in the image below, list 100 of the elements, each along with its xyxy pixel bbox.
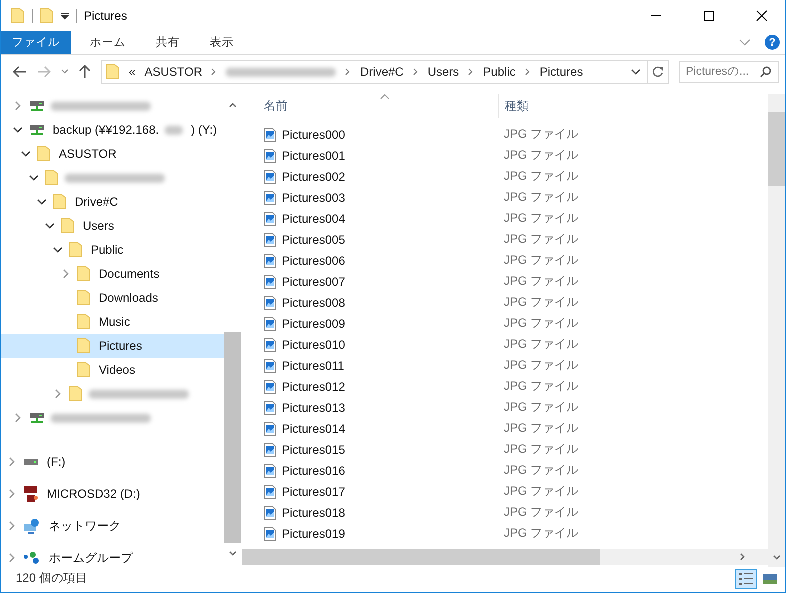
file-name[interactable]: Pictures001 — [282, 148, 346, 162]
file-name[interactable]: Pictures009 — [282, 316, 346, 330]
scroll-down-icon[interactable] — [772, 555, 780, 561]
tree-item[interactable]: backup (¥¥192.168. ) (Y:) — [1, 118, 224, 142]
chevron-right-icon[interactable] — [53, 389, 63, 399]
image-file-icon — [264, 190, 276, 204]
ribbon-tab[interactable]: 表示 — [199, 31, 245, 54]
search-field[interactable]: Picturesの... — [679, 61, 779, 83]
address-bar[interactable]: « ASUSTOR Drive#C Users Public Pictures — [101, 60, 648, 84]
horizontal-scrollbar[interactable] — [242, 549, 768, 565]
breadcrumb[interactable]: Drive#C — [360, 65, 404, 79]
scroll-thumb[interactable] — [768, 112, 785, 186]
maximize-icon — [703, 10, 715, 22]
file-name[interactable]: Pictures015 — [282, 442, 346, 456]
chevron-down-icon[interactable] — [631, 68, 641, 76]
tree-item-label: Videos — [99, 363, 136, 377]
landscape-picture-icon — [762, 572, 778, 584]
breadcrumb[interactable]: Public — [483, 65, 516, 79]
tree-item-label: (F:) — [47, 455, 66, 469]
expand-ribbon-icon[interactable] — [739, 38, 751, 46]
ribbon-tab[interactable]: ファイル — [1, 31, 71, 54]
network-drive-icon — [29, 123, 45, 137]
scroll-up-icon[interactable] — [228, 102, 236, 108]
recent-dropdown-icon[interactable] — [61, 69, 69, 75]
refresh-button[interactable] — [647, 60, 669, 84]
file-name[interactable]: Pictures019 — [282, 526, 346, 540]
chevron-right-icon[interactable] — [7, 457, 17, 467]
chevron-right-icon[interactable] — [13, 101, 23, 111]
ribbon-tab[interactable]: ホーム — [79, 31, 137, 54]
file-name[interactable]: Pictures018 — [282, 506, 346, 520]
breadcrumb[interactable]: ASUSTOR — [144, 65, 202, 79]
breadcrumb[interactable]: Pictures — [540, 65, 584, 79]
file-name[interactable]: Pictures000 — [282, 128, 346, 142]
back-arrow-icon[interactable] — [13, 66, 27, 78]
file-name[interactable]: Pictures011 — [282, 358, 344, 372]
details-view-button[interactable] — [735, 568, 757, 588]
scrollbar[interactable] — [768, 94, 785, 567]
image-file-icon — [264, 422, 276, 436]
close-icon — [756, 10, 768, 22]
tree-item[interactable]: Downloads — [1, 286, 224, 310]
image-file-icon — [264, 296, 276, 310]
tree-item[interactable]: (F:) — [1, 446, 224, 478]
image-file-icon — [264, 274, 276, 288]
drive-icon — [23, 457, 39, 467]
file-type: JPG ファイル — [503, 315, 579, 332]
file-name[interactable]: Pictures003 — [282, 190, 346, 204]
chevron-down-icon[interactable] — [37, 197, 47, 207]
ribbon-tab[interactable]: 共有 — [145, 31, 191, 54]
file-name[interactable]: Pictures016 — [282, 464, 346, 478]
tree-item[interactable]: Drive#C — [1, 190, 224, 214]
folder-icon — [69, 242, 83, 258]
chevron-down-icon[interactable] — [45, 221, 55, 231]
scroll-right-icon[interactable] — [740, 553, 746, 561]
breadcrumb-overflow[interactable]: « — [129, 65, 136, 79]
chevron-down-icon[interactable] — [13, 125, 23, 135]
file-name[interactable]: Pictures017 — [282, 484, 346, 498]
chevron-down-icon[interactable] — [29, 173, 39, 183]
column-header[interactable]: 名前 — [242, 98, 498, 114]
tree-item[interactable]: Public — [1, 238, 224, 262]
chevron-down-icon[interactable] — [21, 149, 31, 159]
file-name[interactable]: Pictures004 — [282, 212, 346, 226]
help-button[interactable]: ? — [765, 35, 780, 50]
tree-item[interactable]: MICROSD32 (D:) — [1, 478, 224, 510]
file-name[interactable]: Pictures012 — [282, 380, 346, 394]
image-file-icon — [264, 148, 276, 162]
tree-item[interactable]: ネットワーク — [1, 510, 224, 542]
tree-item[interactable]: Users — [1, 214, 224, 238]
file-type: JPG ファイル — [503, 294, 579, 311]
file-name[interactable]: Pictures013 — [282, 400, 346, 414]
scroll-thumb[interactable] — [242, 549, 600, 565]
tree-item[interactable]: ASUSTOR — [1, 142, 224, 166]
file-name[interactable]: Pictures005 — [282, 232, 346, 246]
file-name[interactable]: Pictures008 — [282, 296, 346, 310]
tree-item[interactable]: Music — [1, 310, 224, 334]
tree-item[interactable]: Pictures — [1, 334, 224, 358]
refresh-icon — [652, 66, 664, 78]
forward-arrow-icon[interactable] — [37, 66, 51, 78]
chevron-right-icon[interactable] — [7, 553, 17, 563]
file-name[interactable]: Pictures014 — [282, 422, 346, 436]
tree-item[interactable]: Documents — [1, 262, 224, 286]
file-name[interactable]: Pictures010 — [282, 338, 346, 352]
scroll-down-icon[interactable] — [228, 551, 236, 557]
chevron-right-icon[interactable] — [61, 269, 71, 279]
chevron-right-icon[interactable] — [7, 489, 17, 499]
up-arrow-icon[interactable] — [79, 65, 91, 79]
dropdown-arrow-icon[interactable] — [61, 12, 69, 20]
scroll-thumb[interactable] — [224, 332, 241, 543]
tree-item[interactable]: Videos — [1, 358, 224, 382]
file-type: JPG ファイル — [503, 357, 579, 374]
image-file-icon — [264, 212, 276, 226]
tree-item-label: MICROSD32 (D:) — [47, 487, 140, 501]
chevron-right-icon[interactable] — [13, 413, 23, 423]
file-name[interactable]: Pictures006 — [282, 254, 346, 268]
tree-item-label: backup (¥¥192.168. — [53, 123, 160, 137]
chevron-down-icon[interactable] — [53, 245, 63, 255]
file-name[interactable]: Pictures002 — [282, 170, 346, 184]
file-name[interactable]: Pictures007 — [282, 274, 346, 288]
column-header[interactable]: 種類 — [498, 94, 529, 118]
breadcrumb[interactable]: Users — [428, 65, 460, 79]
chevron-right-icon[interactable] — [7, 521, 17, 531]
